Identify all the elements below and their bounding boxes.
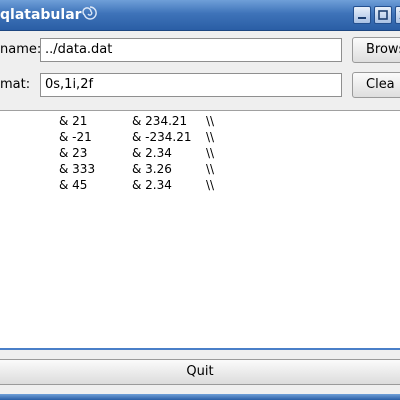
- quit-button[interactable]: Quit: [0, 359, 400, 385]
- output-cell: & 333: [59, 162, 96, 176]
- minimize-button[interactable]: [353, 6, 371, 24]
- output-cell: \\: [206, 130, 215, 144]
- maximize-button[interactable]: [374, 6, 392, 24]
- output-cell: & 2.34: [132, 146, 172, 160]
- output-cell: \\: [206, 178, 215, 192]
- output-cell: & -21: [59, 130, 92, 144]
- minimize-icon: [358, 17, 366, 19]
- output-text-area[interactable]: & 21 & 234.21 \\ & -21 & -234.21 \\ & 23…: [0, 110, 400, 350]
- format-input[interactable]: 0s,1i,2f: [40, 73, 342, 97]
- filename-input[interactable]: ../data.dat: [40, 38, 342, 62]
- output-cell: & 23: [59, 146, 88, 160]
- close-icon: [399, 11, 400, 19]
- output-cell: \\: [206, 162, 215, 176]
- output-cell: \\: [206, 146, 215, 160]
- app-swirl-icon: [82, 5, 98, 21]
- clear-button[interactable]: Clea: [352, 72, 400, 98]
- format-label: mat:: [0, 77, 31, 92]
- output-cell: & 3.26: [132, 162, 172, 176]
- output-cell: & 21: [59, 114, 88, 128]
- output-cell: & 45: [59, 178, 88, 192]
- output-cell: & 234.21: [132, 114, 188, 128]
- window-title: qlatabular: [0, 7, 82, 23]
- browse-button[interactable]: Brows: [352, 37, 400, 63]
- maximize-icon: [378, 10, 388, 20]
- window-titlebar[interactable]: qlatabular: [0, 0, 400, 31]
- output-cell: & 2.34: [132, 178, 172, 192]
- output-cell: & -234.21: [132, 130, 192, 144]
- output-cell: \\: [206, 114, 215, 128]
- filename-label: name:: [0, 42, 42, 57]
- close-button[interactable]: [395, 6, 400, 24]
- window-bottom-border: [0, 394, 400, 400]
